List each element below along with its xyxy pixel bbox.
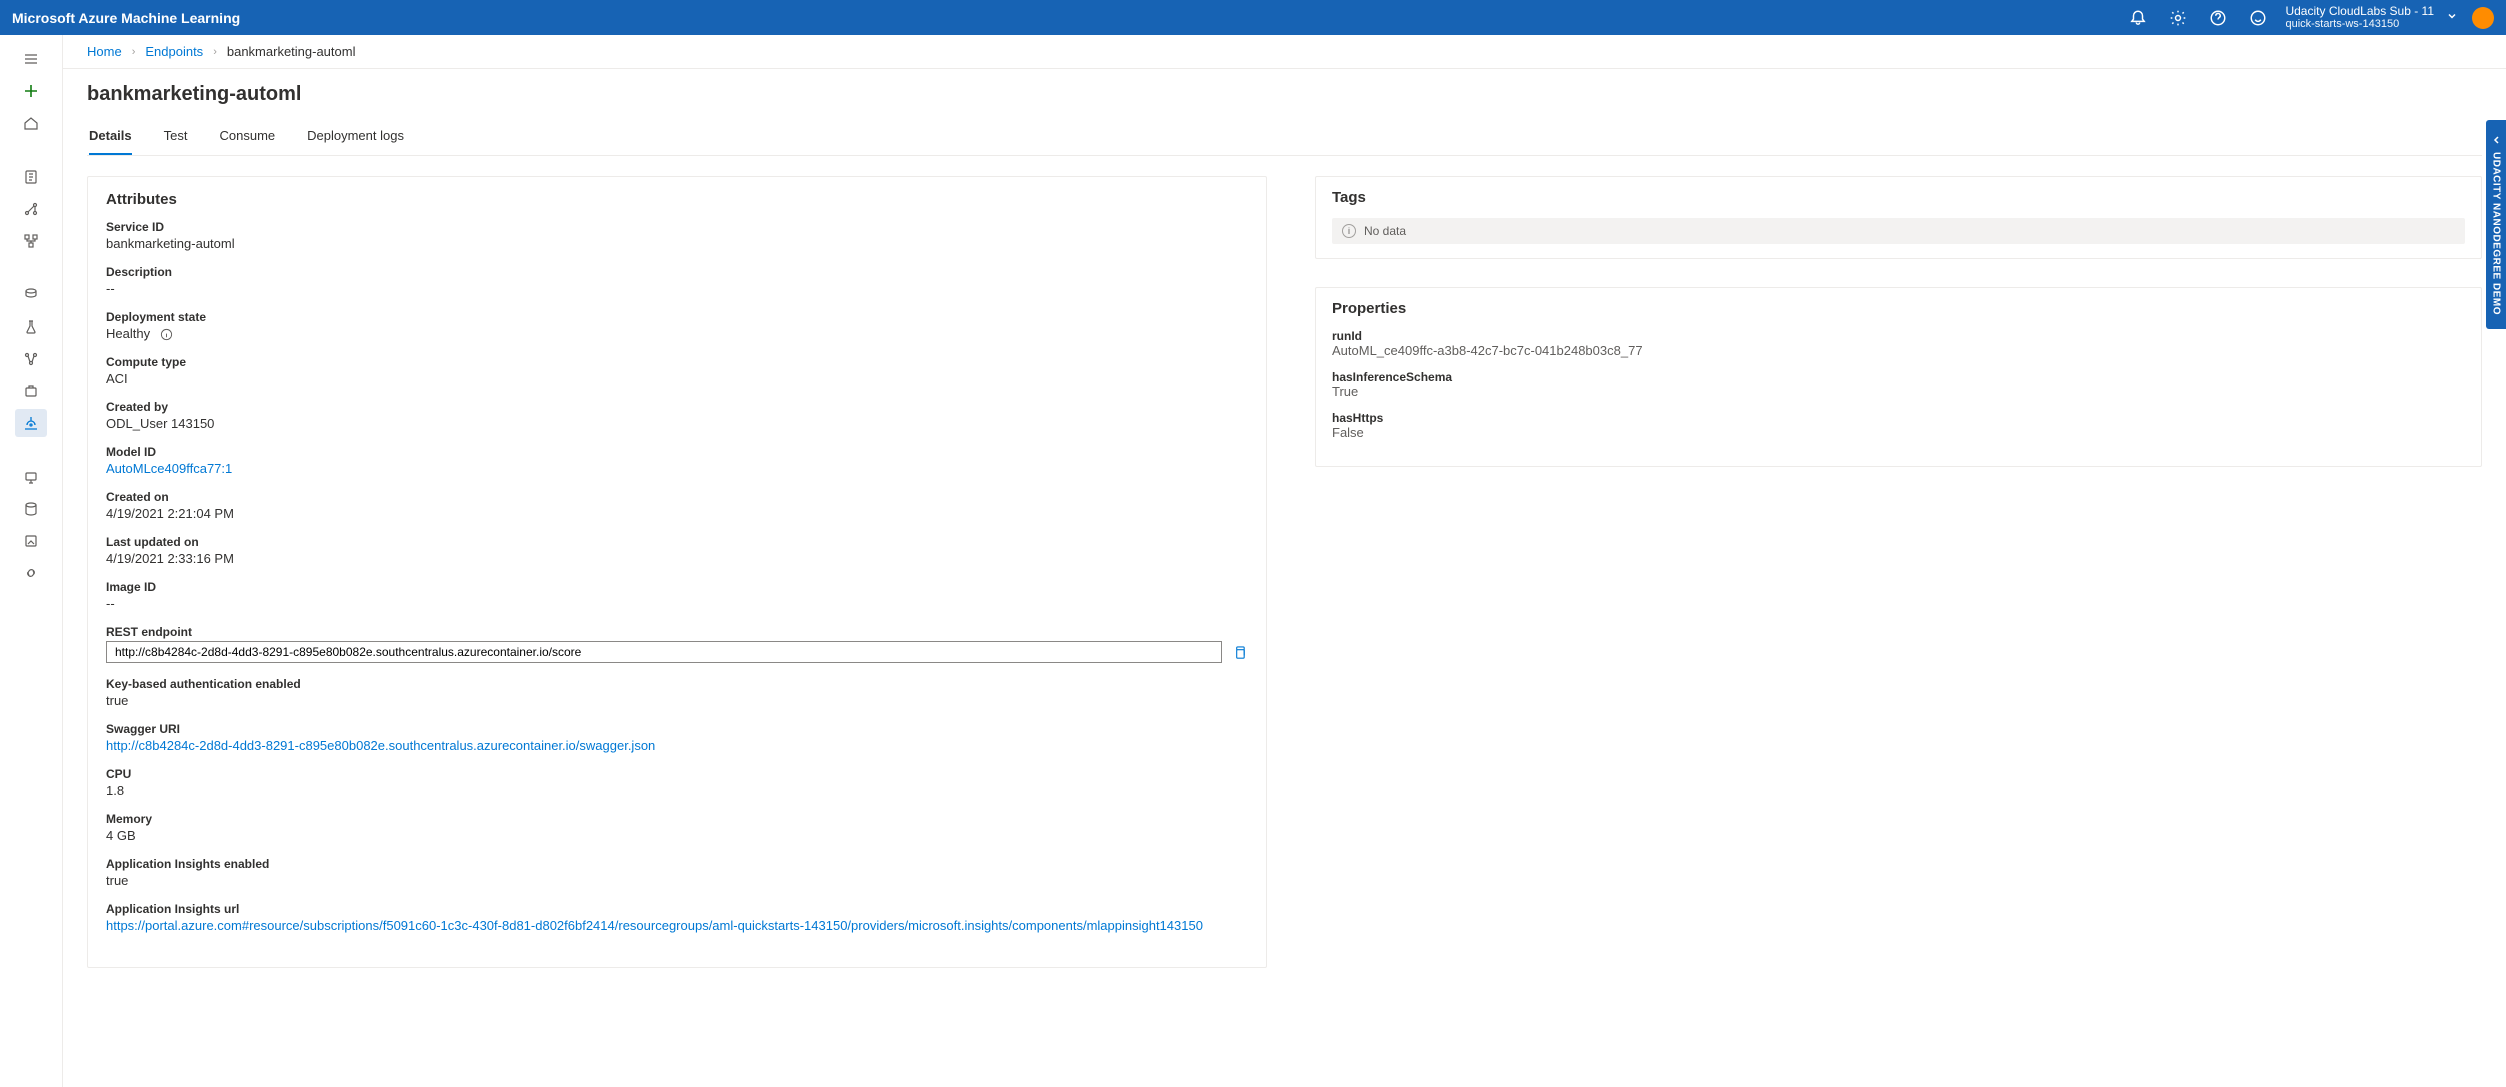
breadcrumb-current: bankmarketing-automl: [227, 44, 356, 59]
info-icon[interactable]: [160, 328, 173, 341]
cpu-label: CPU: [106, 767, 1248, 781]
rest-endpoint-label: REST endpoint: [106, 625, 1248, 639]
nav-compute-icon[interactable]: [15, 463, 47, 491]
topbar: Microsoft Azure Machine Learning Udacity…: [0, 0, 2506, 35]
hashttps-label: hasHttps: [1332, 411, 2465, 425]
chevron-right-icon: ›: [132, 46, 136, 58]
side-tab-demo[interactable]: UDACITY NANODEGREE DEMO: [2486, 120, 2506, 329]
compute-type-label: Compute type: [106, 355, 1248, 369]
created-by-value: ODL_User 143150: [106, 416, 1248, 431]
copy-icon[interactable]: [1230, 643, 1248, 661]
description-label: Description: [106, 265, 1248, 279]
page-title: bankmarketing-automl: [87, 83, 2482, 106]
settings-icon[interactable]: [2169, 9, 2187, 27]
tab-test[interactable]: Test: [164, 120, 188, 155]
deployment-state-label: Deployment state: [106, 310, 1248, 324]
appinsights-url-link[interactable]: https://portal.azure.com#resource/subscr…: [106, 918, 1248, 933]
last-updated-label: Last updated on: [106, 535, 1248, 549]
notifications-icon[interactable]: [2129, 9, 2147, 27]
attributes-title: Attributes: [106, 191, 1248, 208]
created-by-label: Created by: [106, 400, 1248, 414]
tags-nodata-text: No data: [1364, 224, 1406, 238]
deployment-state-value: Healthy: [106, 326, 1248, 341]
tags-panel: Tags i No data: [1315, 176, 2482, 259]
nav-datasets-icon[interactable]: [15, 281, 47, 309]
runid-value: AutoML_ce409ffc-a3b8-42c7-bc7c-041b248b0…: [1332, 343, 2465, 358]
workspace-name: quick-starts-ws-143150: [2285, 18, 2434, 30]
tabs: Details Test Consume Deployment logs: [87, 120, 2482, 156]
swagger-label: Swagger URI: [106, 722, 1248, 736]
topbar-icons: [2129, 9, 2267, 27]
tags-title: Tags: [1332, 189, 2465, 206]
cpu-value: 1.8: [106, 783, 1248, 798]
nav-experiments-icon[interactable]: [15, 313, 47, 341]
created-on-value: 4/19/2021 2:21:04 PM: [106, 506, 1248, 521]
side-tab-label: UDACITY NANODEGREE DEMO: [2491, 152, 2502, 315]
image-id-label: Image ID: [106, 580, 1248, 594]
keyauth-label: Key-based authentication enabled: [106, 677, 1248, 691]
memory-value: 4 GB: [106, 828, 1248, 843]
rest-endpoint-input[interactable]: [106, 641, 1222, 663]
appinsights-enabled-value: true: [106, 873, 1248, 888]
nav-datastores-icon[interactable]: [15, 495, 47, 523]
model-id-label: Model ID: [106, 445, 1248, 459]
swagger-link[interactable]: http://c8b4284c-2d8d-4dd3-8291-c895e80b0…: [106, 738, 1248, 753]
account-info[interactable]: Udacity CloudLabs Sub - 11 quick-starts-…: [2285, 5, 2434, 30]
tab-details[interactable]: Details: [89, 120, 132, 155]
attributes-panel: Attributes Service ID bankmarketing-auto…: [87, 176, 1267, 968]
breadcrumb: Home › Endpoints › bankmarketing-automl: [63, 35, 2506, 69]
nav-models-icon[interactable]: [15, 377, 47, 405]
hasinference-value: True: [1332, 384, 2465, 399]
compute-type-value: ACI: [106, 371, 1248, 386]
left-nav: [0, 35, 63, 1087]
tags-nodata: i No data: [1332, 218, 2465, 244]
service-id-label: Service ID: [106, 220, 1248, 234]
hashttps-value: False: [1332, 425, 2465, 440]
appinsights-url-label: Application Insights url: [106, 902, 1248, 916]
chevron-right-icon: ›: [213, 46, 217, 58]
nav-data-labeling-icon[interactable]: [15, 527, 47, 555]
nav-menu-icon[interactable]: [15, 45, 47, 73]
nav-new-icon[interactable]: [15, 77, 47, 105]
help-icon[interactable]: [2209, 9, 2227, 27]
model-id-link[interactable]: AutoMLce409ffca77:1: [106, 461, 1248, 476]
nav-notebooks-icon[interactable]: [15, 163, 47, 191]
avatar[interactable]: [2472, 7, 2494, 29]
nav-linked-services-icon[interactable]: [15, 559, 47, 587]
account-chevron-icon[interactable]: [2446, 10, 2458, 25]
image-id-value: --: [106, 596, 1248, 611]
memory-label: Memory: [106, 812, 1248, 826]
nav-home-icon[interactable]: [15, 109, 47, 137]
nav-automated-ml-icon[interactable]: [15, 195, 47, 223]
hasinference-label: hasInferenceSchema: [1332, 370, 2465, 384]
created-on-label: Created on: [106, 490, 1248, 504]
info-icon: i: [1342, 224, 1356, 238]
tab-consume[interactable]: Consume: [219, 120, 275, 155]
service-id-value: bankmarketing-automl: [106, 236, 1248, 251]
nav-designer-icon[interactable]: [15, 227, 47, 255]
last-updated-value: 4/19/2021 2:33:16 PM: [106, 551, 1248, 566]
nav-pipelines-icon[interactable]: [15, 345, 47, 373]
description-value: --: [106, 281, 1248, 296]
breadcrumb-endpoints[interactable]: Endpoints: [145, 44, 203, 59]
nav-endpoints-icon[interactable]: [15, 409, 47, 437]
keyauth-value: true: [106, 693, 1248, 708]
appinsights-enabled-label: Application Insights enabled: [106, 857, 1248, 871]
subscription-name: Udacity CloudLabs Sub - 11: [2285, 5, 2434, 18]
tab-deployment-logs[interactable]: Deployment logs: [307, 120, 404, 155]
brand-title: Microsoft Azure Machine Learning: [12, 10, 240, 26]
breadcrumb-home[interactable]: Home: [87, 44, 122, 59]
properties-panel: Properties runId AutoML_ce409ffc-a3b8-42…: [1315, 287, 2482, 467]
properties-title: Properties: [1332, 300, 2465, 317]
runid-label: runId: [1332, 329, 2465, 343]
feedback-icon[interactable]: [2249, 9, 2267, 27]
